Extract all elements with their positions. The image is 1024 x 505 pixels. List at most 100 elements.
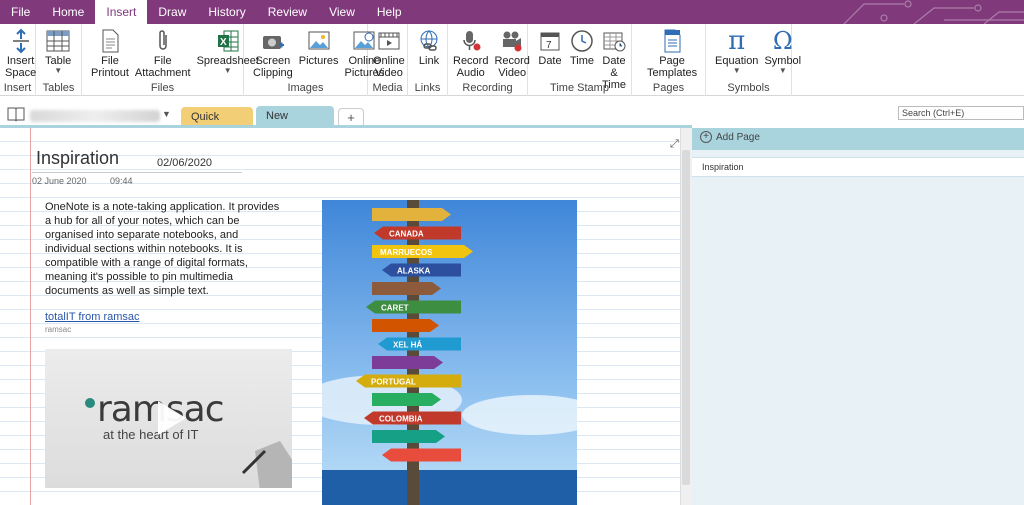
ramsac-link[interactable]: totalIT from ramsac [45,311,140,323]
group-links: Link Links [408,24,448,96]
embedded-video[interactable]: ramsac at the heart of IT [45,349,292,488]
page-list-panel [692,128,1024,505]
menu-view[interactable]: View [318,0,366,24]
brand-dot [85,398,95,408]
tab-new-section-1[interactable]: New Section 1 [256,106,334,142]
group-time-stamp: 7 Date Time Date & Time Time Stamp [528,24,632,96]
direction-sign-board [372,393,441,406]
record-audio-button[interactable]: Record Audio [450,26,491,80]
camera-icon [260,27,286,55]
menu-history[interactable]: History [197,0,256,24]
expand-icon[interactable]: ⤢ [670,138,682,150]
search-input[interactable]: Search (Ctrl+E) [898,106,1024,120]
direction-sign: MARRUECOS [372,245,473,258]
note-body-text[interactable]: OneNote is a note-taking application. It… [45,200,285,298]
direction-sign-label: PORTUGAL [371,378,416,387]
group-files: File Printout File Attachment X Spreadsh… [82,24,259,96]
date-button[interactable]: 7 Date [534,26,566,68]
group-label-files: Files [150,82,175,94]
record-video-label: Record Video [494,55,530,79]
menu-file[interactable]: File [0,0,41,24]
menu-home[interactable]: Home [41,0,95,24]
page-list-item[interactable]: Inspiration [692,157,1024,177]
add-section-button[interactable]: + [338,108,364,126]
margin-line [30,128,31,505]
file-attachment-button[interactable]: File Attachment [132,26,194,80]
chevron-down-icon: ▼ [778,66,787,75]
symbol-button[interactable]: Ω Symbol ▼ [761,26,804,76]
table-button[interactable]: Table ▼ [42,26,74,76]
direction-sign [372,208,451,221]
signpost-photo[interactable]: CANADA MARRUECOS ALASKA CARET XEL HÁ PORTUGAL… [322,200,577,505]
screen-clipping-label: Screen Clipping [253,55,293,79]
direction-sign-label: MARRUECOS [380,248,433,257]
page-template-icon [659,27,685,55]
group-label-media: Media [372,82,403,94]
title-underline [32,172,242,173]
page-templates-button[interactable]: Page Templates [644,26,700,80]
svg-text:X: X [220,37,227,48]
calendar-day: 7 [546,40,552,51]
direction-sign-label: CANADA [389,230,424,239]
screen-clipping-button[interactable]: Screen Clipping [250,26,296,80]
time-button[interactable]: Time [566,26,598,68]
tab-quick-notes[interactable]: Quick Notes [181,107,253,143]
circuit-decoration [843,0,1024,24]
table-icon [45,27,71,55]
video-camera-icon [499,27,525,55]
direction-sign [372,356,443,369]
group-label-images: Images [287,82,324,94]
group-label-pages: Pages [652,82,685,94]
title-date[interactable]: 02/06/2020 [157,157,212,169]
group-images: Screen Clipping Pictures Online Pictures… [244,24,384,96]
group-label-tables: Tables [42,82,75,94]
add-page-button[interactable]: + Add Page [700,131,760,143]
online-video-label: Online Video [373,55,405,79]
play-icon[interactable] [148,397,190,439]
file-printout-button[interactable]: File Printout [88,26,132,80]
menu-bar: File Home Insert Draw History Review Vie… [0,0,1024,24]
chevron-down-icon[interactable]: ▼ [162,109,171,119]
record-video-button[interactable]: Record Video [491,26,532,80]
direction-sign-label: ALASKA [397,267,431,276]
date-time-icon [601,27,627,55]
date-label: Date [538,55,562,67]
notebook-name-blurred[interactable] [30,110,160,122]
direction-sign-label: XEL HÁ [393,341,422,350]
direction-sign [382,448,461,462]
notebook-icon[interactable] [6,106,26,122]
group-label-recording: Recording [462,82,513,94]
online-video-button[interactable]: Online Video [370,26,408,80]
insert-space-button[interactable]: Insert Space [2,26,39,80]
calendar-icon: 7 [537,27,563,55]
group-pages: Page Templates Pages [632,24,706,96]
menu-help[interactable]: Help [366,0,413,24]
direction-sign: ALASKA [382,263,461,277]
insert-space-icon [8,27,34,55]
link-icon [416,27,442,55]
group-label-symbols: Symbols [727,82,770,94]
group-symbols: π Equation ▼ Ω Symbol ▼ Symbols [706,24,801,96]
direction-sign [372,319,439,332]
ribbon: Insert Space Insert Table ▼ Tables File … [0,24,1024,96]
chevron-down-icon: ▼ [732,66,741,75]
signpost-image: CANADA MARRUECOS ALASKA CARET XEL HÁ PORTUGAL… [322,200,577,505]
direction-sign-board [372,356,443,369]
page-title[interactable]: Inspiration [36,148,119,169]
scrollbar-thumb[interactable] [682,150,690,485]
video-icon [376,27,402,55]
link-button[interactable]: Link [413,26,445,68]
menu-insert[interactable]: Insert [95,0,148,24]
equation-button[interactable]: π Equation ▼ [712,26,761,76]
paperclip-icon [150,27,176,55]
pictures-button[interactable]: Pictures [296,26,342,68]
menu-review[interactable]: Review [257,0,318,24]
record-audio-label: Record Audio [453,55,489,79]
direction-sign: CANADA [374,226,461,240]
group-label-links: Links [414,82,441,94]
direction-sign [372,393,441,406]
direction-sign-board [372,319,439,332]
direction-sign-board [372,430,445,443]
link-source: ramsac [45,325,72,334]
menu-draw[interactable]: Draw [147,0,197,24]
